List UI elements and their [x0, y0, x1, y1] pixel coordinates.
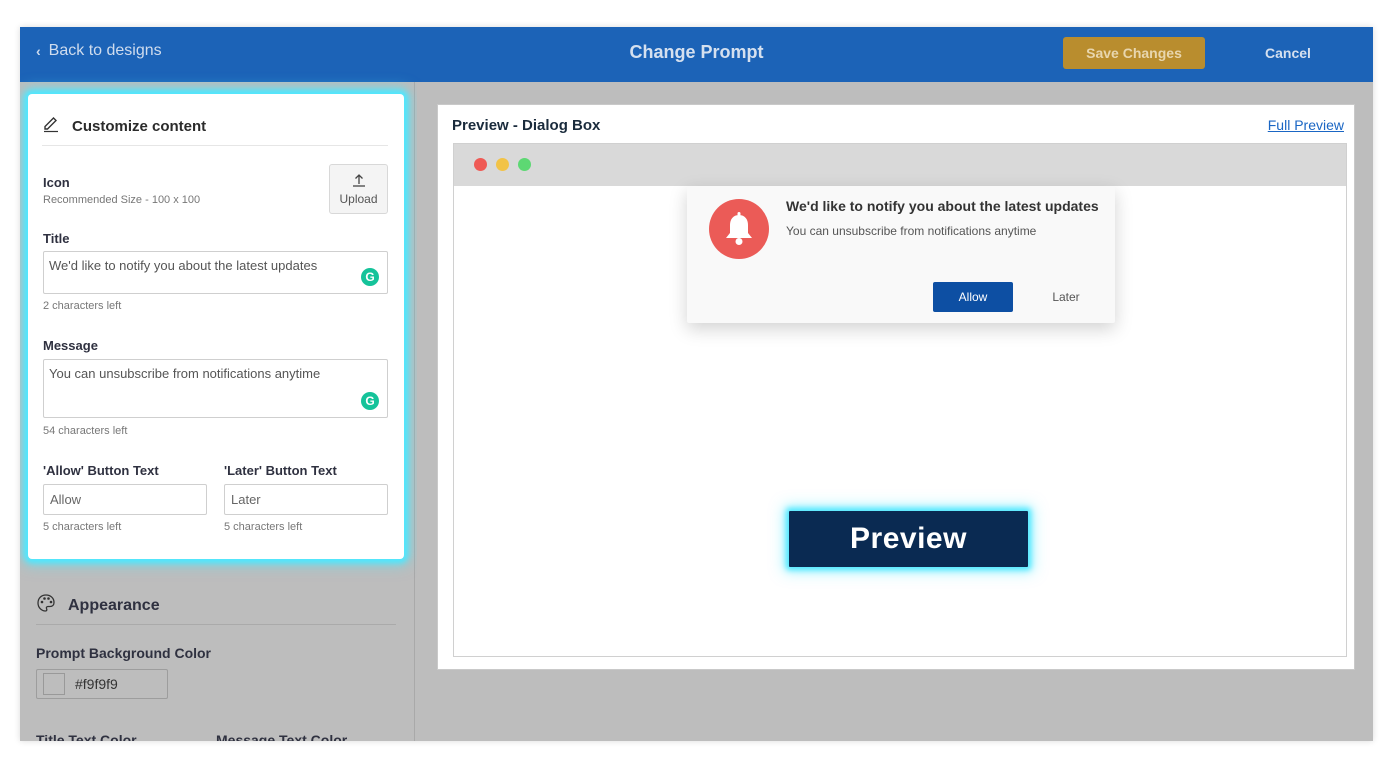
allow-button-text-field[interactable]: Allow: [43, 484, 207, 515]
title-characters-left: 2 characters left: [43, 300, 122, 312]
upload-button[interactable]: Upload: [329, 164, 388, 214]
grammarly-icon[interactable]: G: [361, 392, 379, 410]
prompt-background-color-label: Prompt Background Color: [36, 645, 212, 661]
dialog-allow-button[interactable]: Allow: [933, 282, 1013, 312]
title-label: Title: [43, 231, 70, 246]
dialog-title: We'd like to notify you about the latest…: [786, 198, 1099, 214]
browser-mockup: We'd like to notify you about the latest…: [453, 143, 1347, 657]
preview-button[interactable]: Preview: [789, 511, 1028, 567]
message-label: Message: [43, 338, 98, 353]
minimize-dot-icon: [496, 158, 509, 171]
preview-card: Preview - Dialog Box Full Preview We'd l…: [437, 104, 1355, 670]
preview-heading: Preview - Dialog Box: [452, 117, 601, 134]
browser-title-bar: [454, 144, 1346, 186]
preview-panel: Preview - Dialog Box Full Preview We'd l…: [417, 82, 1373, 741]
back-to-designs-link[interactable]: ‹ Back to designs: [36, 42, 162, 60]
appearance-header[interactable]: Appearance: [36, 587, 396, 625]
dialog-message: You can unsubscribe from notifications a…: [786, 224, 1037, 238]
app-window: ‹ Back to designs Change Prompt Save Cha…: [20, 27, 1373, 741]
later-button-text-label: 'Later' Button Text: [224, 463, 337, 478]
icon-label: Icon: [43, 175, 70, 190]
palette-icon: [36, 593, 56, 618]
later-button-text-field[interactable]: Later: [224, 484, 388, 515]
settings-panel[interactable]: Customize content Icon Recommended Size …: [20, 82, 415, 741]
allow-button-text-label: 'Allow' Button Text: [43, 463, 159, 478]
customize-content-card: Customize content Icon Recommended Size …: [28, 94, 404, 559]
customize-content-title: Customize content: [72, 118, 207, 135]
customize-content-header: Customize content: [42, 108, 388, 146]
close-dot-icon: [474, 158, 487, 171]
appearance-title: Appearance: [68, 596, 160, 614]
message-characters-left: 54 characters left: [43, 425, 128, 437]
icon-size-hint: Recommended Size - 100 x 100: [43, 194, 201, 206]
top-bar: ‹ Back to designs Change Prompt Save Cha…: [20, 27, 1373, 82]
title-text-color-label: Title Text Color: [36, 732, 137, 741]
allow-characters-left: 5 characters left: [43, 521, 122, 533]
bell-icon: [709, 199, 769, 259]
cancel-button[interactable]: Cancel: [1245, 37, 1331, 69]
message-field[interactable]: You can unsubscribe from notifications a…: [43, 359, 388, 418]
dialog-later-button[interactable]: Later: [1031, 282, 1101, 312]
upload-label: Upload: [339, 191, 378, 206]
later-characters-left: 5 characters left: [224, 521, 303, 533]
full-preview-link[interactable]: Full Preview: [1268, 117, 1344, 133]
maximize-dot-icon: [518, 158, 531, 171]
save-changes-button[interactable]: Save Changes: [1063, 37, 1205, 69]
pencil-icon: [42, 115, 60, 138]
background-color-picker[interactable]: #f9f9f9: [36, 669, 168, 699]
color-swatch[interactable]: [43, 673, 65, 695]
upload-icon: [352, 173, 366, 190]
notification-dialog: We'd like to notify you about the latest…: [687, 186, 1115, 323]
grammarly-icon[interactable]: G: [361, 268, 379, 286]
title-field[interactable]: We'd like to notify you about the latest…: [43, 251, 388, 294]
back-label: Back to designs: [48, 42, 162, 59]
background-color-value: #f9f9f9: [75, 676, 118, 692]
message-text-color-label: Message Text Color: [216, 732, 348, 741]
chevron-left-icon: ‹: [36, 43, 41, 59]
